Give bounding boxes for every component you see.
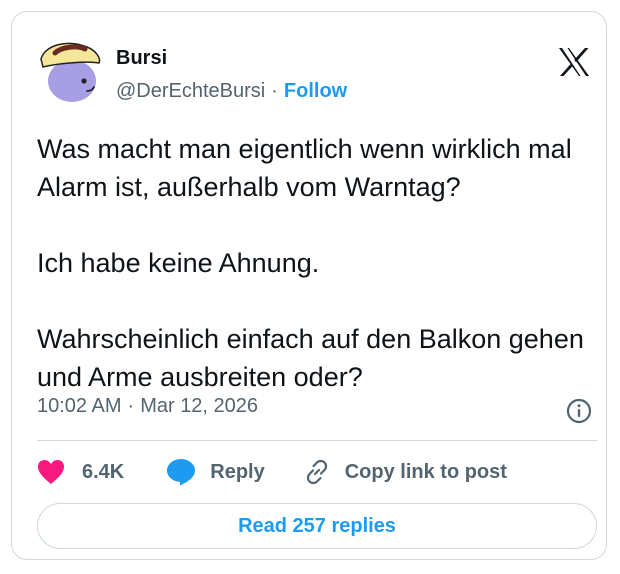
tweet-paragraph: Ich habe keine Ahnung.: [37, 248, 320, 278]
follow-button[interactable]: Follow: [284, 80, 347, 103]
action-bar: 6.4K Reply Copy link to post: [37, 452, 507, 492]
tweet-text: Was macht man eigentlich wenn wirklich m…: [37, 130, 597, 396]
heart-icon: [38, 460, 64, 484]
like-button[interactable]: 6.4K: [37, 459, 124, 485]
tweet-date[interactable]: Mar 12, 2026: [140, 395, 258, 418]
avatar[interactable]: [37, 37, 103, 103]
reply-label: Reply: [210, 460, 265, 483]
tweet-paragraph: Wahrscheinlich einfach auf den Balkon ge…: [37, 324, 584, 392]
link-icon: [306, 459, 327, 485]
tweet-paragraph: Was macht man eigentlich wenn wirklich m…: [37, 134, 572, 202]
read-replies-label: Read 257 replies: [238, 514, 396, 537]
author-name[interactable]: Bursi: [116, 47, 167, 70]
read-replies-button[interactable]: Read 257 replies: [37, 503, 597, 549]
tweet-time[interactable]: 10:02 AM: [37, 395, 122, 418]
info-icon[interactable]: [566, 398, 592, 424]
separator-dot: ·: [271, 80, 278, 102]
copy-link-button[interactable]: Copy link to post: [303, 458, 507, 486]
reply-bubble-icon: [167, 459, 196, 486]
reply-button[interactable]: Reply: [166, 458, 265, 486]
author-handle[interactable]: @DerEchteBursi: [116, 80, 265, 103]
x-logo-icon[interactable]: [557, 47, 591, 77]
like-count: 6.4K: [82, 460, 125, 483]
tweet-card: Bursi @DerEchteBursi · Follow Was macht …: [11, 11, 607, 560]
divider: [37, 440, 597, 441]
tweet-timestamp[interactable]: 10:02 AM · Mar 12, 2026: [37, 395, 258, 418]
copy-link-label: Copy link to post: [344, 460, 507, 483]
author-handle-row: @DerEchteBursi · Follow: [116, 80, 347, 103]
separator-dot: ·: [127, 395, 135, 417]
